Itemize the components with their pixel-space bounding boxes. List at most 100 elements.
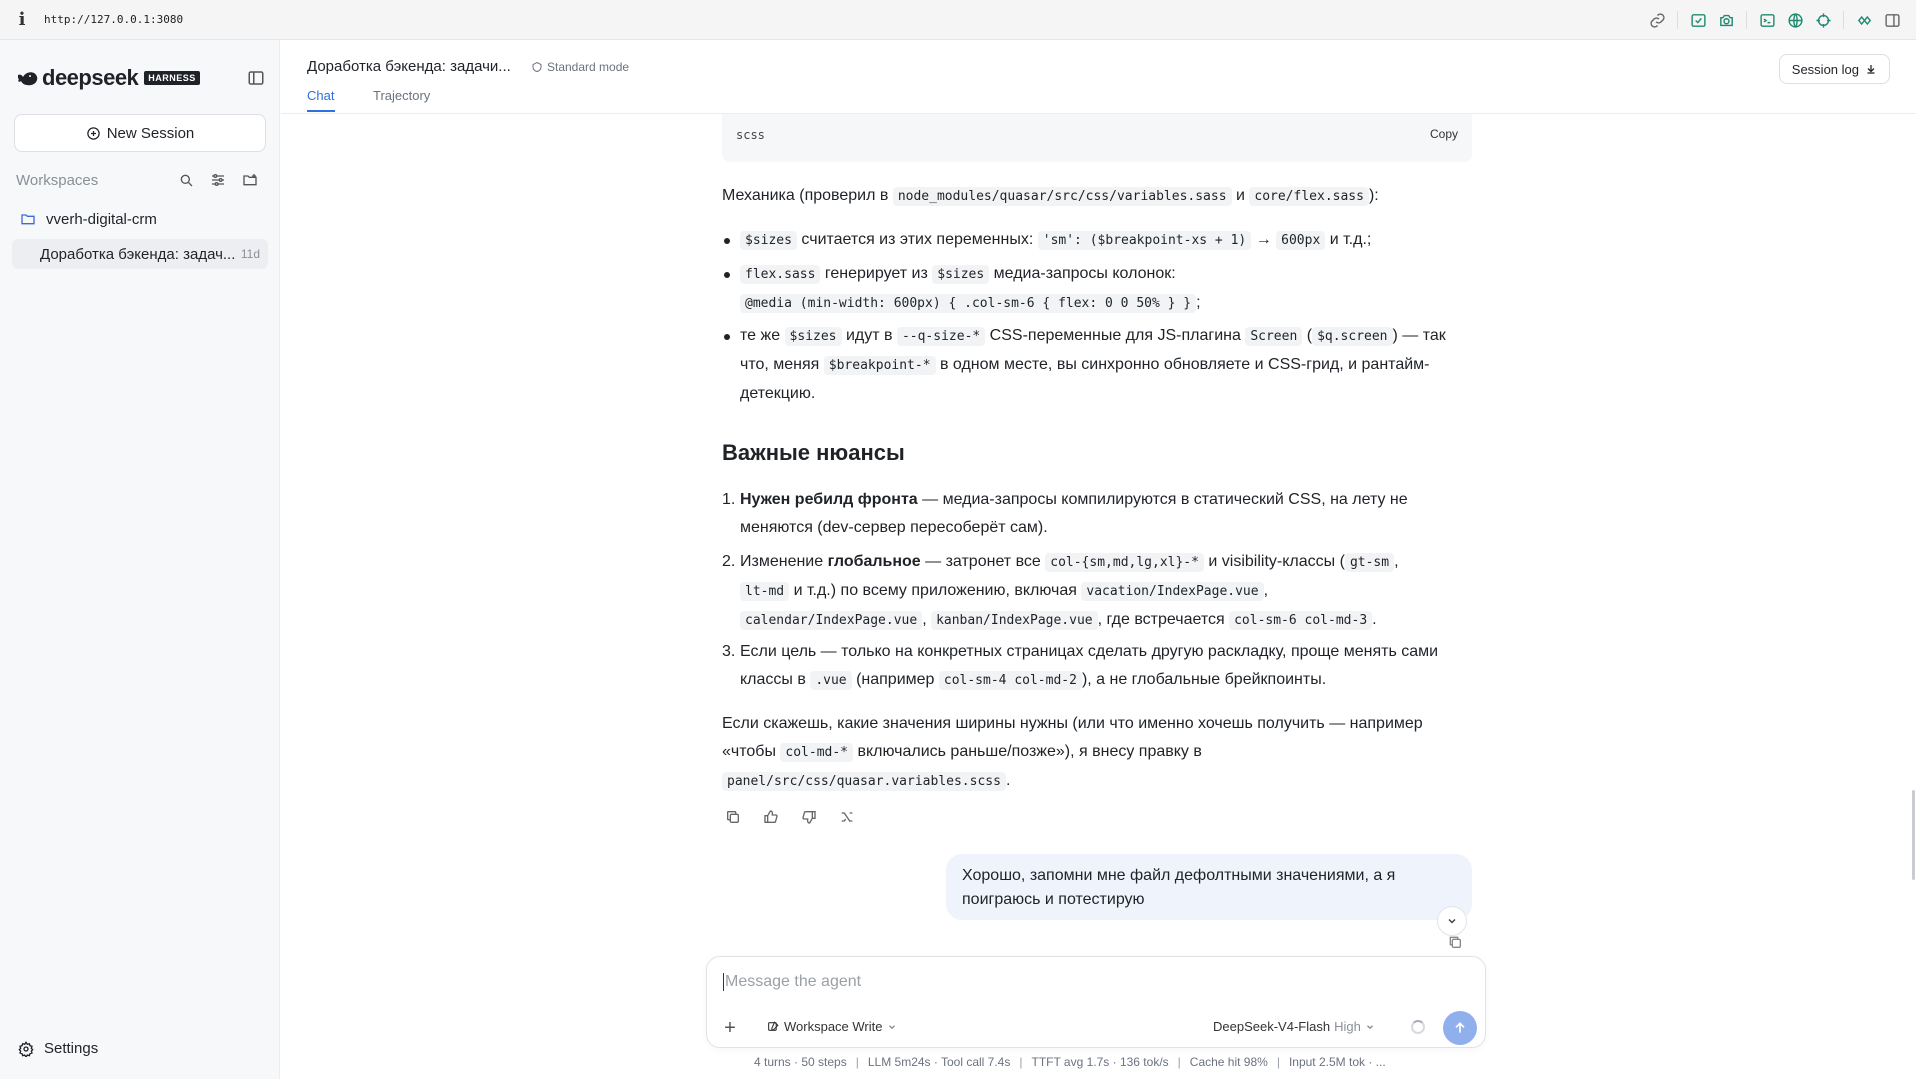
session-age: 11d [240,247,260,261]
model-select[interactable]: DeepSeek-V4-Flash High [1213,1019,1375,1034]
inline-code: kanban/IndexPage.vue [931,611,1098,630]
browser-tools [1643,0,1906,40]
workspaces-header: Workspaces [16,168,266,192]
bullet [724,272,730,278]
text: Механика (проверил в [722,187,893,204]
browser-toolbar: i http://127.0.0.1:3080 [0,0,1916,40]
toolbar-divider [1677,11,1678,29]
user-message: Хорошо, запомни мне файл дефолтными знач… [946,854,1472,920]
text: — затронет все [920,553,1046,570]
search-icon[interactable] [170,168,202,192]
inline-code: $sizes [740,231,797,250]
section-heading: Важные нюансы [722,440,905,465]
workspaces-label: Workspaces [16,171,99,189]
thumbs-up-icon[interactable] [760,806,782,828]
text: , [1394,553,1399,570]
toolbar-divider [1746,11,1747,29]
stat-latency: LLM 5m24s · Tool call 7.4s [867,1055,1011,1069]
scroll-down-button[interactable] [1437,906,1467,936]
session-log-button[interactable]: Session log [1778,54,1890,84]
new-session-label: New Session [106,124,195,142]
inline-code: 'sm': ($breakpoint-xs + 1) [1037,231,1252,250]
terminal-icon[interactable] [1753,6,1781,34]
message-input[interactable]: Message the agent [723,973,861,991]
workspace-mode-label: Workspace Write [784,1019,883,1034]
filter-icon[interactable] [202,168,234,192]
mode-icon [532,61,542,73]
target-icon[interactable] [1809,6,1837,34]
text: генерирует из [820,265,933,282]
text: включались раньше/позже»), я внесу правк… [853,743,1202,760]
send-button[interactable] [1443,1011,1477,1045]
harness-badge: HARNESS [144,71,200,85]
mode-indicator[interactable]: Standard mode [531,60,629,74]
code-block: scss Copy [722,114,1472,162]
numbered-item: 1. Нужен ребилд фронта — медиа-запросы к… [722,486,1472,542]
list-item: те же $sizes идут в --q-size-* CSS-перем… [722,322,1472,408]
tab-chat[interactable]: Chat [307,88,334,103]
text: ), а не глобальные брейкпоинты. [1081,671,1327,688]
chat-transcript: scss Copy Механика (проверил в node_modu… [722,114,1472,934]
effort-level: High [1334,1019,1361,1034]
link-icon[interactable] [1643,6,1671,34]
inline-code: $q.screen [1312,327,1393,346]
text: идут в [841,327,897,344]
thumbs-down-icon[interactable] [798,806,820,828]
copy-code-button[interactable]: Copy [1430,127,1458,141]
sidebar: deepseek HARNESS New Session Workspaces … [0,40,280,1079]
new-session-button[interactable]: New Session [14,114,266,152]
camera-icon[interactable] [1712,6,1740,34]
text: и т.д.) по всему приложению, включая [789,582,1082,599]
bullet [724,238,730,244]
text: . [1372,611,1377,628]
gear-icon [18,1040,34,1057]
divider: | [1276,1055,1280,1069]
inline-code: node_modules/quasar/src/css/variables.sa… [892,187,1232,206]
model-name: DeepSeek-V4-Flash [1213,1019,1331,1034]
inline-code: $breakpoint-* [823,356,936,375]
bullet [724,334,730,340]
text: ): [1368,187,1379,204]
tab-trajectory[interactable]: Trajectory [373,88,430,103]
copy-icon[interactable] [722,806,744,828]
inline-code: @media (min-width: 600px) { .col-sm-6 { … [740,294,1197,313]
item-number: 1. [722,491,736,508]
mode-label: Standard mode [547,60,630,74]
inline-code: gt-sm [1344,553,1395,572]
workspace-name: vverh-digital-crm [46,210,157,228]
inline-code: panel/src/css/quasar.variables.scss [722,772,1006,791]
chevron-down-icon [1448,918,1456,924]
screenshot-icon[interactable] [1684,6,1712,34]
session-item[interactable]: Доработка бэкенда: задач... 11d [12,239,268,269]
text: ( [1302,327,1313,344]
plus-circle-icon [86,126,100,140]
inline-code: col-md-* [780,743,854,762]
divider: | [855,1055,859,1069]
extensions-icon[interactable] [1850,6,1878,34]
globe-icon[interactable] [1781,6,1809,34]
text: считается из этих переменных: [796,231,1038,248]
address-bar[interactable]: http://127.0.0.1:3080 [44,13,183,26]
item-number: 3. [722,643,736,660]
session-title-header: Доработка бэкенда: задачи... [307,58,511,75]
copy-message-icon[interactable] [1447,934,1463,950]
scrollbar[interactable] [1912,790,1915,880]
info-icon[interactable]: i [0,9,44,30]
fork-icon[interactable] [836,806,858,828]
workspace-mode-select[interactable]: Workspace Write [767,1019,897,1034]
brand-name: deepseek [42,65,139,90]
inline-code: --q-size-* [896,327,986,346]
text: , [922,611,932,628]
collapse-sidebar-icon[interactable] [244,66,268,90]
inline-code: $sizes [932,265,990,284]
new-folder-icon[interactable] [234,168,266,192]
sidebar-toggle-icon[interactable] [1878,6,1906,34]
add-attachment-button[interactable]: + [717,1015,743,1041]
list-item: flex.sass генерирует из $sizes медиа-зап… [722,260,1472,318]
inline-code: .vue [810,671,852,690]
settings-button[interactable]: Settings [18,1040,98,1057]
inline-code: $sizes [784,327,842,346]
toolbar-divider [1843,11,1844,29]
workspace-item[interactable]: vverh-digital-crm [20,208,157,230]
divider: | [1177,1055,1181,1069]
